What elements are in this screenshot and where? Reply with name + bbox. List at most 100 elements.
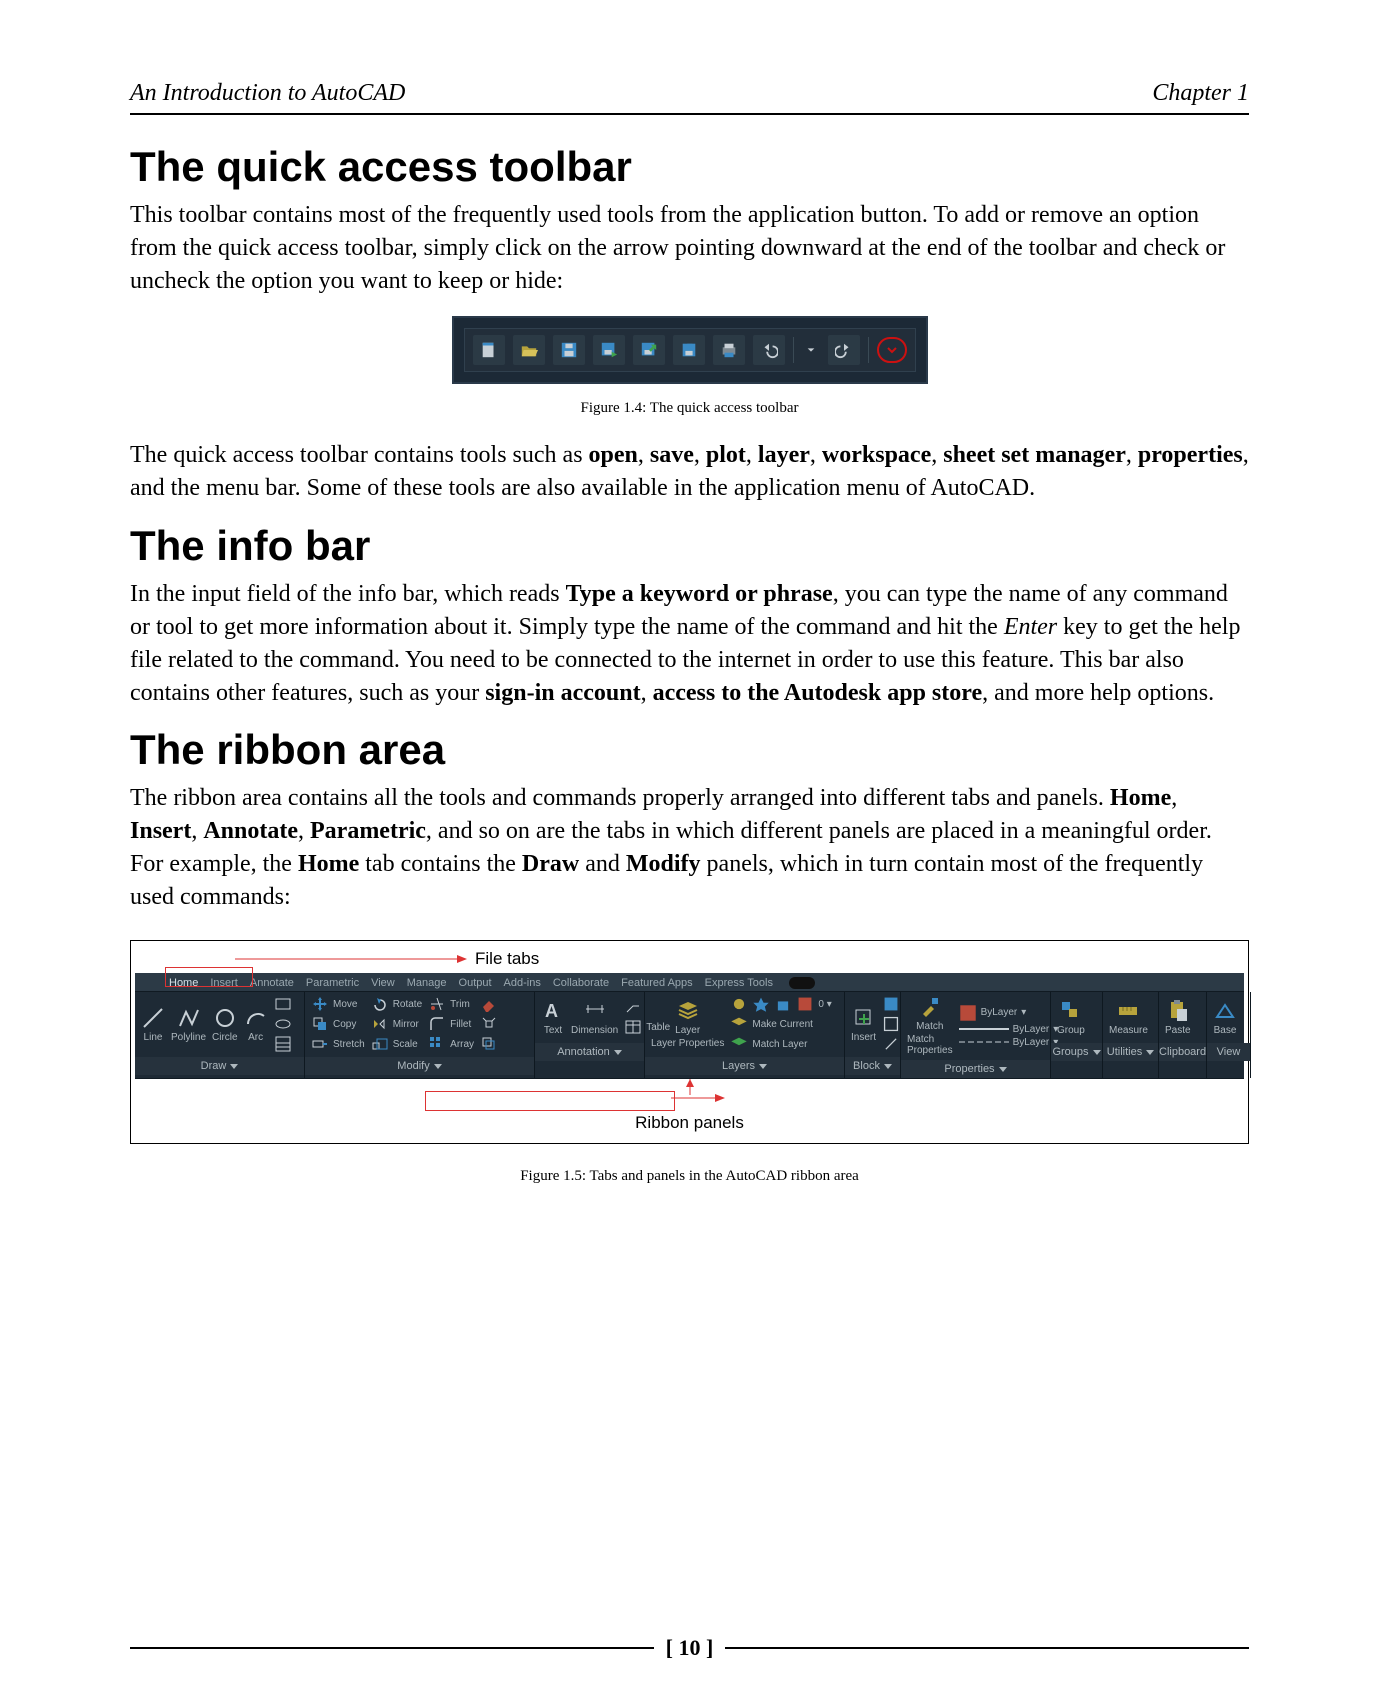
svg-text:A: A <box>545 1001 558 1021</box>
tab-addins[interactable]: Add-ins <box>504 977 541 989</box>
panel-name-utilities[interactable]: Utilities <box>1103 1043 1158 1061</box>
panel-block: Insert Block <box>845 992 901 1078</box>
panel-name-modify[interactable]: Modify <box>305 1057 534 1075</box>
figure-caption-1-5: Figure 1.5: Tabs and panels in the AutoC… <box>130 1168 1249 1185</box>
dimension-tool[interactable]: Dimension <box>571 999 618 1036</box>
panel-groups: Group Groups <box>1051 992 1103 1078</box>
base-view-tool[interactable]: Base <box>1213 999 1237 1036</box>
ribbon: Home Insert Annotate Parametric View Man… <box>135 973 1244 1079</box>
hatch-tool[interactable] <box>274 1035 292 1053</box>
redo-icon[interactable] <box>828 335 860 365</box>
panel-view: Base View <box>1207 992 1251 1078</box>
polyline-tool[interactable]: Polyline <box>171 1006 206 1043</box>
figure-caption-1-4: Figure 1.4: The quick access toolbar <box>130 400 1249 417</box>
new-icon[interactable] <box>473 335 505 365</box>
ribbon-tabs: Home Insert Annotate Parametric View Man… <box>135 973 1244 991</box>
section-heading-infobar: The info bar <box>130 522 1249 570</box>
featured-toggle-icon[interactable] <box>789 977 815 989</box>
block-create-icon[interactable] <box>882 995 900 1013</box>
panel-name-view[interactable]: View <box>1207 1043 1250 1061</box>
linetype-control[interactable]: ByLayer ▾ <box>959 1037 1059 1048</box>
copy-tool[interactable]: Copy <box>311 1015 365 1033</box>
section-heading-ribbon: The ribbon area <box>130 726 1249 774</box>
tab-output[interactable]: Output <box>459 977 492 989</box>
page-number: [ 10 ] <box>666 1635 714 1661</box>
open-web-icon[interactable] <box>633 335 665 365</box>
make-current-tool[interactable]: Make Current <box>730 1015 838 1033</box>
mirror-tool[interactable]: Mirror <box>371 1015 422 1033</box>
page-footer: [ 10 ] <box>130 1635 1249 1661</box>
stretch-tool[interactable]: Stretch <box>311 1035 365 1053</box>
divider <box>793 337 794 363</box>
qat-customize-dropdown[interactable] <box>877 337 907 363</box>
offset-tool[interactable] <box>480 1035 498 1053</box>
infobar-para: In the input field of the info bar, whic… <box>130 578 1249 710</box>
qat-intro: This toolbar contains most of the freque… <box>130 199 1249 298</box>
color-control[interactable]: ByLayer ▾ <box>959 1004 1059 1022</box>
tab-parametric[interactable]: Parametric <box>306 977 359 989</box>
array-tool[interactable]: Array <box>428 1035 474 1053</box>
save-icon[interactable] <box>553 335 585 365</box>
fillet-tool[interactable]: Fillet <box>428 1015 474 1033</box>
explode-tool[interactable] <box>480 1015 498 1033</box>
panel-properties: MatchMatch Properties ByLayer ▾ ByLayer … <box>901 992 1051 1078</box>
file-tabs-callout: File tabs <box>475 945 539 973</box>
figure-qat <box>130 316 1249 384</box>
panel-name-block[interactable]: Block <box>845 1057 900 1075</box>
circle-tool[interactable]: Circle <box>212 1006 238 1043</box>
tab-annotate[interactable]: Annotate <box>250 977 294 989</box>
panel-draw: Line Polyline Circle Arc Draw <box>135 992 305 1078</box>
panel-name-annotation[interactable]: Annotation <box>535 1043 644 1061</box>
undo-dropdown-icon[interactable] <box>802 335 820 365</box>
rectangle-tool[interactable] <box>274 995 292 1013</box>
figure-ribbon: File tabs Home Insert Annotate Parametri… <box>130 940 1249 1144</box>
tab-view[interactable]: View <box>371 977 395 989</box>
save-web-icon[interactable] <box>673 335 705 365</box>
ellipse-tool[interactable] <box>274 1015 292 1033</box>
tab-collaborate[interactable]: Collaborate <box>553 977 609 989</box>
paste-tool[interactable]: Paste <box>1165 999 1191 1036</box>
tab-manage[interactable]: Manage <box>407 977 447 989</box>
insert-block-tool[interactable]: Insert <box>851 1006 876 1043</box>
measure-tool[interactable]: Measure <box>1109 999 1148 1036</box>
callout-ribbon-panels <box>425 1091 675 1111</box>
book-title: An Introduction to AutoCAD <box>130 80 405 107</box>
lineweight-control[interactable]: ByLayer ▾ <box>959 1024 1059 1035</box>
match-properties-tool[interactable]: MatchMatch Properties <box>907 995 953 1056</box>
block-edit-icon[interactable] <box>882 1015 900 1033</box>
trim-tool[interactable]: Trim <box>428 995 474 1013</box>
layer-state-row[interactable]: 0 ▾ <box>730 995 838 1013</box>
open-icon[interactable] <box>513 335 545 365</box>
page-header: An Introduction to AutoCAD Chapter 1 <box>130 80 1249 115</box>
panel-annotation: AText Dimension Table Annotation <box>535 992 645 1078</box>
panel-name-groups[interactable]: Groups <box>1051 1043 1102 1061</box>
tab-featured-apps[interactable]: Featured Apps <box>621 977 693 989</box>
ribbon-panels: Line Polyline Circle Arc Draw <box>135 991 1244 1079</box>
panel-name-draw[interactable]: Draw <box>135 1057 304 1075</box>
match-layer-tool[interactable]: Match Layer <box>730 1035 838 1053</box>
plot-icon[interactable] <box>713 335 745 365</box>
group-tool[interactable]: Group <box>1057 999 1085 1036</box>
panel-name-clipboard[interactable]: Clipboard <box>1159 1043 1206 1061</box>
panel-utilities: Measure Utilities <box>1103 992 1159 1078</box>
panel-name-layers[interactable]: Layers <box>645 1057 844 1075</box>
layer-properties-tool[interactable]: LayerLayer Properties <box>651 999 724 1049</box>
saveas-icon[interactable] <box>593 335 625 365</box>
arc-tool[interactable]: Arc <box>244 1006 268 1043</box>
section-heading-qat: The quick access toolbar <box>130 143 1249 191</box>
callout-file-tabs <box>165 967 253 987</box>
scale-tool[interactable]: Scale <box>371 1035 422 1053</box>
line-tool[interactable]: Line <box>141 1006 165 1043</box>
panel-modify: Move Copy Stretch Rotate Mirror Scale Tr… <box>305 992 535 1078</box>
panel-name-properties[interactable]: Properties <box>901 1060 1050 1078</box>
qat-screenshot <box>452 316 928 384</box>
erase-tool[interactable] <box>480 995 498 1013</box>
ribbon-para: The ribbon area contains all the tools a… <box>130 782 1249 914</box>
block-attr-icon[interactable] <box>882 1035 900 1053</box>
tab-express-tools[interactable]: Express Tools <box>705 977 773 989</box>
rotate-tool[interactable]: Rotate <box>371 995 422 1013</box>
undo-icon[interactable] <box>753 335 785 365</box>
text-tool[interactable]: AText <box>541 999 565 1036</box>
move-tool[interactable]: Move <box>311 995 365 1013</box>
chapter-label: Chapter 1 <box>1152 80 1249 107</box>
